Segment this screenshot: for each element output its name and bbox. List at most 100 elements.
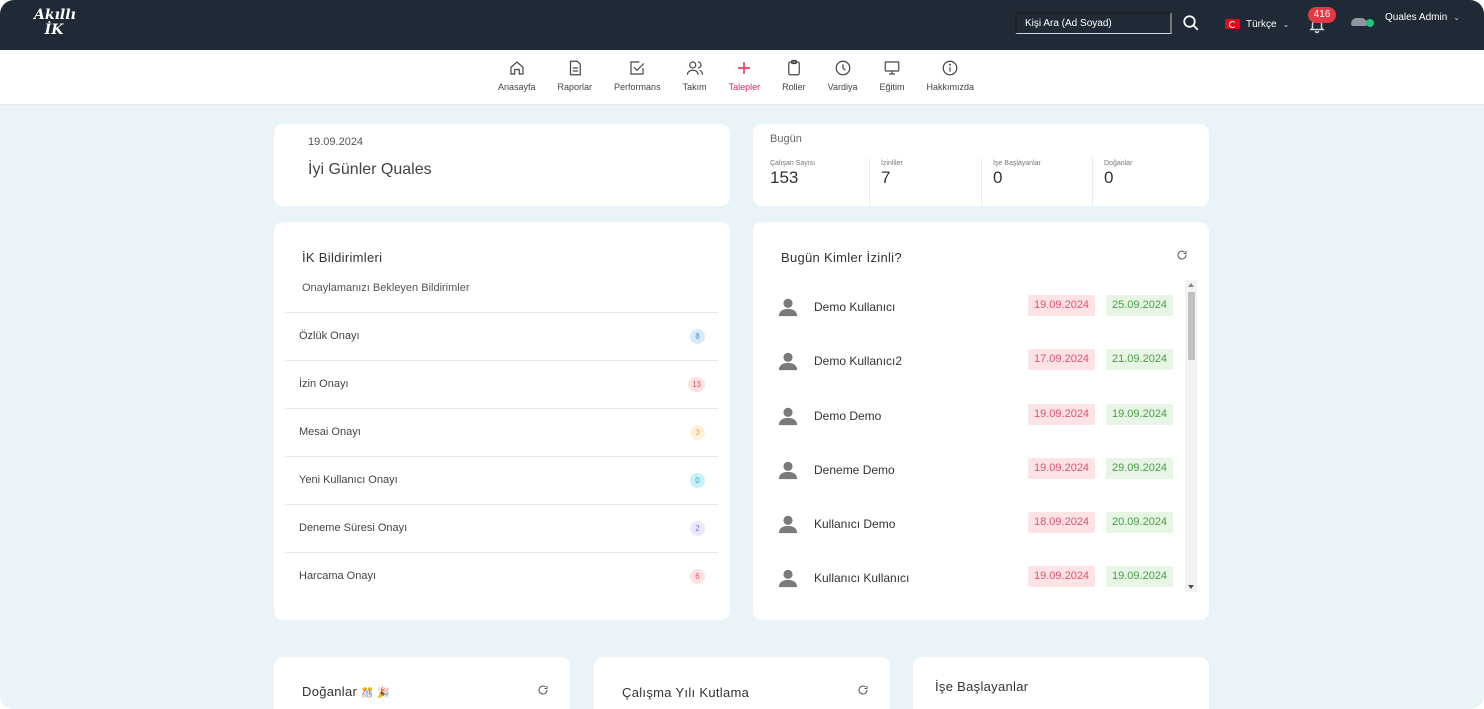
list-item-label: İzin Onayı	[299, 378, 349, 390]
leave-start-date: 17.09.2024	[1028, 349, 1096, 371]
app-frame: Akıllı İK Türkçe ⌄ 416 Quales Admin ⌄	[0, 0, 1484, 709]
nav-label: Vardiya	[827, 82, 858, 92]
today-stats-card: Bugün Çalışan Sayısı 153 İzinliler 7 İşe…	[753, 124, 1209, 206]
scroll-up-arrow-icon[interactable]	[1188, 283, 1194, 287]
card-title: Çalışma Yılı Kutlama	[622, 685, 750, 700]
nav-label: Raporlar	[557, 82, 593, 92]
stat-new-starters: İşe Başlayanlar 0	[993, 160, 1105, 206]
online-status-dot	[1366, 19, 1374, 27]
home-icon	[510, 61, 524, 75]
info-icon	[942, 60, 958, 76]
leave-end-date: 19.09.2024	[1106, 566, 1174, 588]
document-icon	[569, 60, 581, 76]
avatar-icon	[1351, 18, 1367, 26]
leave-end-date: 25.09.2024	[1106, 295, 1174, 316]
new-starters-card: İşe Başlayanlar	[913, 657, 1209, 709]
turkey-flag-icon	[1225, 19, 1240, 29]
list-item[interactable]: Demo Kullanıcı 19.09.2024 25.09.2024	[777, 292, 1177, 346]
list-item[interactable]: Deneme Demo 19.09.2024 29.09.2024	[777, 455, 1177, 509]
stat-value: 153	[770, 168, 799, 187]
chevron-down-icon: ⌄	[1282, 19, 1290, 29]
nav-item-talepler[interactable]: Talepler	[718, 59, 772, 92]
card-title: İşe Başlayanlar	[935, 679, 1029, 694]
refresh-icon[interactable]	[857, 684, 869, 696]
leave-start-date: 18.09.2024	[1028, 512, 1096, 534]
person-search-input[interactable]	[1015, 12, 1172, 34]
count-badge: 3	[690, 425, 705, 440]
nav-label: Eğitim	[879, 82, 905, 92]
stat-value: 7	[881, 168, 891, 187]
nav-item-hakkimizda[interactable]: Hakkımızda	[916, 59, 986, 92]
leave-end-date: 19.09.2024	[1106, 403, 1174, 425]
list-item-label: Yeni Kullanıcı Onayı	[299, 474, 398, 486]
list-item[interactable]: Deneme Süresi Onayı 2	[285, 504, 718, 552]
refresh-icon[interactable]	[537, 684, 549, 696]
user-icon	[778, 353, 798, 371]
notification-count-badge[interactable]: 416	[1308, 7, 1336, 23]
avatar[interactable]	[1351, 16, 1375, 30]
clock-icon	[835, 60, 850, 76]
scrollbar-thumb[interactable]	[1188, 292, 1195, 360]
leave-start-date: 19.09.2024	[1028, 566, 1096, 588]
nav-item-egitim[interactable]: Eğitim	[869, 59, 916, 92]
refresh-icon[interactable]	[1176, 249, 1188, 261]
search-icon[interactable]	[1182, 14, 1200, 32]
nav-item-vardiya[interactable]: Vardiya	[817, 59, 869, 92]
card-title: Doğanlar 🎊 🎉	[302, 684, 390, 699]
list-item-label: Özlük Onayı	[299, 330, 360, 342]
stat-label: Çalışan Sayısı	[770, 160, 816, 167]
nav-item-performans[interactable]: Performans	[603, 59, 672, 92]
list-item[interactable]: Demo Kullanıcı2 17.09.2024 21.09.2024	[777, 346, 1177, 400]
card-title: İK Bildirimleri	[302, 250, 383, 265]
current-date: 19.09.2024	[308, 136, 364, 148]
clipboard-icon	[788, 59, 800, 76]
leave-end-date: 20.09.2024	[1106, 512, 1174, 534]
nav-item-anasayfa[interactable]: Anasayfa	[487, 59, 547, 92]
list-item-label: Harcama Onayı	[299, 570, 377, 582]
person-name: Demo Kullanıcı2	[814, 354, 903, 369]
stat-employee-count: Çalışan Sayısı 153	[770, 160, 882, 206]
count-badge: 2	[690, 521, 705, 536]
leave-end-date: 29.09.2024	[1106, 457, 1174, 479]
user-icon	[778, 407, 798, 425]
nav-label: Talepler	[728, 82, 761, 92]
list-item-label: Mesai Onayı	[299, 426, 361, 438]
app-logo[interactable]: Akıllı İK	[34, 8, 76, 38]
list-item[interactable]: Kullanıcı Kullanıcı 19.09.2024 19.09.202…	[777, 563, 1177, 617]
scroll-down-arrow-icon[interactable]	[1188, 585, 1194, 589]
nav-label: Roller	[782, 82, 806, 92]
work-anniversary-card: Çalışma Yılı Kutlama	[594, 657, 890, 709]
stat-value: 0	[1104, 168, 1114, 187]
list-item[interactable]: İzin Onayı 13	[285, 360, 718, 408]
list-item[interactable]: Harcama Onayı 6	[285, 552, 718, 600]
user-icon	[778, 298, 798, 317]
nav-label: Performans	[614, 82, 661, 92]
nav-item-takim[interactable]: Takım	[672, 59, 718, 92]
nav-label: Hakkımızda	[926, 82, 975, 92]
divider	[1092, 158, 1093, 206]
person-name: Kullanıcı Kullanıcı	[814, 571, 910, 586]
person-name: Kullanıcı Demo	[814, 517, 896, 532]
person-name: Demo Demo	[814, 408, 882, 423]
nav-item-roller[interactable]: Roller	[771, 59, 817, 92]
count-badge: 0	[690, 473, 705, 488]
leave-list-scrollbar[interactable]	[1185, 280, 1197, 592]
list-item-label: Deneme Süresi Onayı	[299, 522, 408, 534]
list-item[interactable]: Özlük Onayı 8	[285, 312, 718, 360]
today-label: Bugün	[770, 133, 802, 145]
list-item[interactable]: Kullanıcı Demo 18.09.2024 20.09.2024	[777, 509, 1177, 563]
logo-line-2: İK	[44, 22, 64, 38]
user-menu[interactable]: Quales Admin ⌄	[1385, 12, 1460, 23]
nav-item-raporlar[interactable]: Raporlar	[547, 59, 604, 92]
card-subtitle: Onaylamanızı Bekleyen Bildirimler	[302, 282, 470, 294]
person-name: Demo Kullanıcı	[814, 300, 896, 314]
list-item[interactable]: Yeni Kullanıcı Onayı 0	[285, 456, 718, 504]
leave-end-date: 21.09.2024	[1106, 349, 1174, 371]
leave-start-date: 19.09.2024	[1028, 457, 1096, 479]
greeting-text: İyi Günler Quales	[308, 161, 432, 178]
on-leave-today-card: Bugün Kimler İzinli? Demo Kullanıcı 19.0…	[753, 222, 1209, 620]
list-item[interactable]: Mesai Onayı 3	[285, 408, 718, 456]
leave-start-date: 19.09.2024	[1028, 295, 1096, 316]
language-selector[interactable]: Türkçe ⌄	[1225, 16, 1289, 32]
list-item[interactable]: Demo Demo 19.09.2024 19.09.2024	[777, 401, 1177, 455]
